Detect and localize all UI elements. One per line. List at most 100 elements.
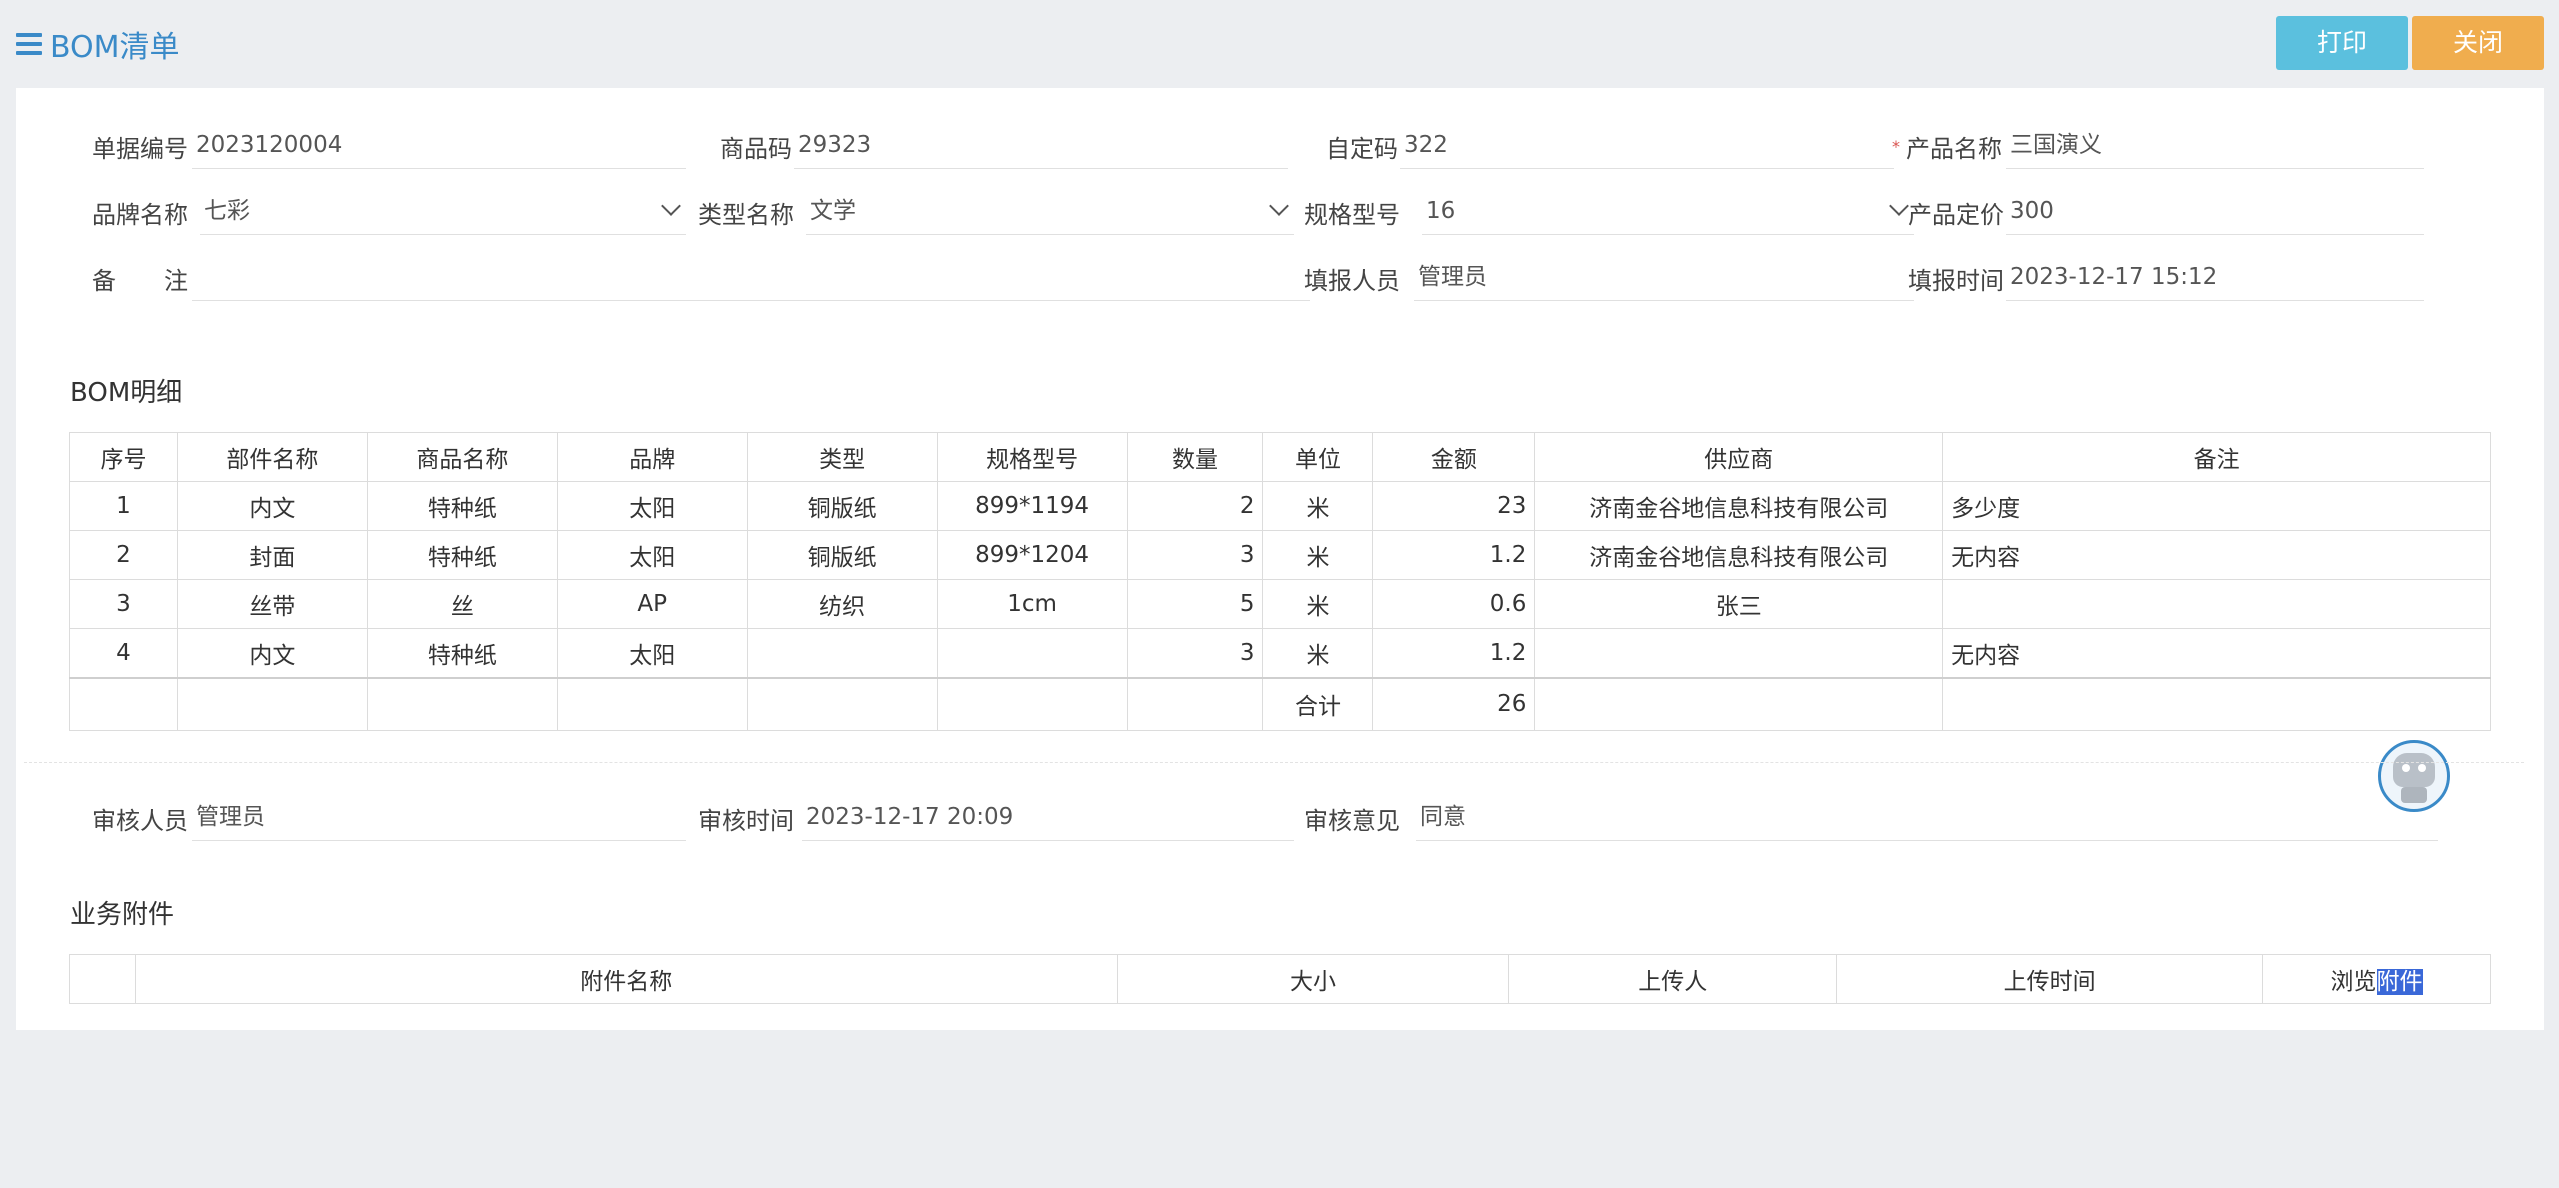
table-row[interactable]: 1 内文 特种纸 太阳 铜版纸 899*1194 2 米 23 济南金谷地信息科… <box>69 481 2491 531</box>
spec-field: 规格型号 16 <box>1304 187 1914 237</box>
audit-time-value[interactable]: 2023-12-17 20:09 <box>802 793 1294 841</box>
col-header-supplier: 供应商 <box>1534 432 1944 482</box>
remark-input[interactable] <box>192 253 1310 301</box>
brand-value: 七彩 <box>204 198 250 224</box>
cell-spec: 899*1204 <box>936 530 1128 580</box>
attachments-table: 附件名称 大小 上传人 上传时间 浏览附件 <box>69 954 2491 1004</box>
cell-unit: 米 <box>1262 530 1374 580</box>
product-code-field: 商品码 29323 <box>720 121 1288 171</box>
assistant-bot-icon[interactable] <box>2378 740 2450 812</box>
reporter-value[interactable]: 管理员 <box>1414 253 1914 301</box>
remark-field: 备 注 <box>92 253 1310 303</box>
bom-section-title: BOM明细 <box>70 378 183 408</box>
type-field: 类型名称 文学 <box>698 187 1294 237</box>
type-value: 文学 <box>810 198 856 224</box>
cell-spec: 1cm <box>936 579 1128 629</box>
product-name-label: 产品名称 <box>1906 134 2002 163</box>
cell-remark: 多少度 <box>1942 481 2491 531</box>
cell-remark: 无内容 <box>1942 628 2491 678</box>
type-select[interactable]: 文学 <box>806 187 1294 235</box>
custom-code-field: 自定码 322 <box>1326 121 1894 171</box>
product-name-value[interactable]: 三国演义 <box>2006 121 2424 169</box>
table-row[interactable]: 4 内文 特种纸 太阳 3 米 1.2 无内容 <box>69 628 2491 678</box>
cell-remark: 无内容 <box>1942 530 2491 580</box>
col-header-upload-time: 上传时间 <box>1836 954 2264 1004</box>
cell-part-name: 内文 <box>176 628 368 678</box>
auditor-value[interactable]: 管理员 <box>192 793 686 841</box>
page-title: BOM清单 <box>16 22 180 66</box>
brand-label: 品牌名称 <box>92 200 188 229</box>
cell-amount: 23 <box>1372 481 1536 531</box>
cell-unit: 米 <box>1262 481 1374 531</box>
chevron-down-icon <box>661 196 681 216</box>
custom-code-label: 自定码 <box>1326 134 1398 163</box>
cell-goods-name: 丝 <box>366 579 558 629</box>
attachments-section-title: 业务附件 <box>70 900 175 930</box>
cell-type: 铜版纸 <box>746 530 938 580</box>
product-name-field: * 产品名称 三国演义 <box>1892 121 2424 171</box>
cell-amount: 1.2 <box>1372 530 1536 580</box>
col-header-brand: 品牌 <box>556 432 748 482</box>
cell-index: 1 <box>69 481 178 531</box>
cell-quantity: 2 <box>1126 481 1264 531</box>
table-row[interactable]: 2 封面 特种纸 太阳 铜版纸 899*1204 3 米 1.2 济南金谷地信息… <box>69 530 2491 580</box>
col-header-quantity: 数量 <box>1126 432 1264 482</box>
audit-opinion-label: 审核意见 <box>1304 806 1400 835</box>
audit-time-field: 审核时间 2023-12-17 20:09 <box>698 793 1294 843</box>
col-header-index: 序号 <box>69 432 178 482</box>
cell-supplier: 济南金谷地信息科技有限公司 <box>1534 481 1944 531</box>
close-button[interactable]: 关闭 <box>2412 16 2544 70</box>
price-label: 产品定价 <box>1908 200 2004 229</box>
cell-brand: AP <box>556 579 748 629</box>
spec-value: 16 <box>1426 198 1456 224</box>
auditor-label: 审核人员 <box>92 806 188 835</box>
cell-unit: 米 <box>1262 628 1374 678</box>
price-field: 产品定价 300 <box>1908 187 2424 237</box>
total-amount: 26 <box>1372 677 1536 731</box>
required-mark: * <box>1892 136 1900 156</box>
cell-remark <box>1942 579 2491 629</box>
col-header-remark: 备注 <box>1942 432 2491 482</box>
col-header-browse: 浏览附件 <box>2262 954 2491 1004</box>
brand-select[interactable]: 七彩 <box>200 187 686 235</box>
cell-spec: 899*1194 <box>936 481 1128 531</box>
browse-highlight: 附件 <box>2376 969 2423 995</box>
col-header-type: 类型 <box>746 432 938 482</box>
doc-no-label: 单据编号 <box>92 134 188 163</box>
report-time-value[interactable]: 2023-12-17 15:12 <box>2006 253 2424 301</box>
doc-no-field: 单据编号 2023120004 <box>92 121 686 171</box>
col-header-goods-name: 商品名称 <box>366 432 558 482</box>
main-panel: 单据编号 2023120004 商品码 29323 自定码 322 * 产品名称… <box>16 88 2544 1030</box>
cell-brand: 太阳 <box>556 481 748 531</box>
brand-field: 品牌名称 七彩 <box>92 187 686 237</box>
page-title-text: BOM清单 <box>50 30 180 65</box>
spec-select[interactable]: 16 <box>1422 187 1914 235</box>
print-button[interactable]: 打印 <box>2276 16 2408 70</box>
menu-icon[interactable] <box>16 33 42 55</box>
cell-quantity: 5 <box>1126 579 1264 629</box>
cell-amount: 1.2 <box>1372 628 1536 678</box>
total-label: 合计 <box>1262 677 1374 731</box>
reporter-label: 填报人员 <box>1304 266 1400 295</box>
cell-index: 3 <box>69 579 178 629</box>
product-code-value[interactable]: 29323 <box>794 121 1288 169</box>
reporter-field: 填报人员 管理员 <box>1304 253 1914 303</box>
cell-part-name: 丝带 <box>176 579 368 629</box>
spec-label: 规格型号 <box>1304 200 1400 229</box>
top-bar: BOM清单 打印 关闭 <box>0 0 2559 88</box>
cell-supplier: 济南金谷地信息科技有限公司 <box>1534 530 1944 580</box>
remark-label: 备 注 <box>92 266 188 295</box>
type-label: 类型名称 <box>698 200 794 229</box>
cell-goods-name: 特种纸 <box>366 481 558 531</box>
audit-opinion-value[interactable]: 同意 <box>1416 793 2438 841</box>
custom-code-value[interactable]: 322 <box>1400 121 1894 169</box>
cell-part-name: 封面 <box>176 530 368 580</box>
report-time-field: 填报时间 2023-12-17 15:12 <box>1908 253 2424 303</box>
cell-part-name: 内文 <box>176 481 368 531</box>
price-value[interactable]: 300 <box>2006 187 2424 235</box>
col-header-file-name: 附件名称 <box>134 954 1118 1004</box>
table-row[interactable]: 3 丝带 丝 AP 纺织 1cm 5 米 0.6 张三 <box>69 579 2491 629</box>
doc-no-value[interactable]: 2023120004 <box>192 121 686 169</box>
col-header-amount: 金额 <box>1372 432 1536 482</box>
cell-brand: 太阳 <box>556 628 748 678</box>
